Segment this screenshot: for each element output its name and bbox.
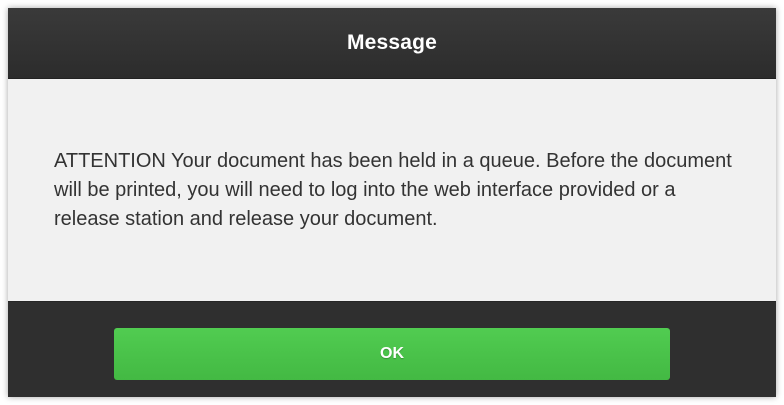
dialog-title: Message — [346, 31, 438, 54]
dialog-footer: OK — [8, 301, 776, 397]
dialog-titlebar: Message — [8, 8, 776, 79]
message-dialog: Message ATTENTION Your document has been… — [8, 8, 776, 397]
ok-button[interactable]: OK — [114, 327, 670, 380]
dialog-body: ATTENTION Your document has been held in… — [8, 79, 776, 301]
dialog-message: ATTENTION Your document has been held in… — [54, 149, 732, 230]
